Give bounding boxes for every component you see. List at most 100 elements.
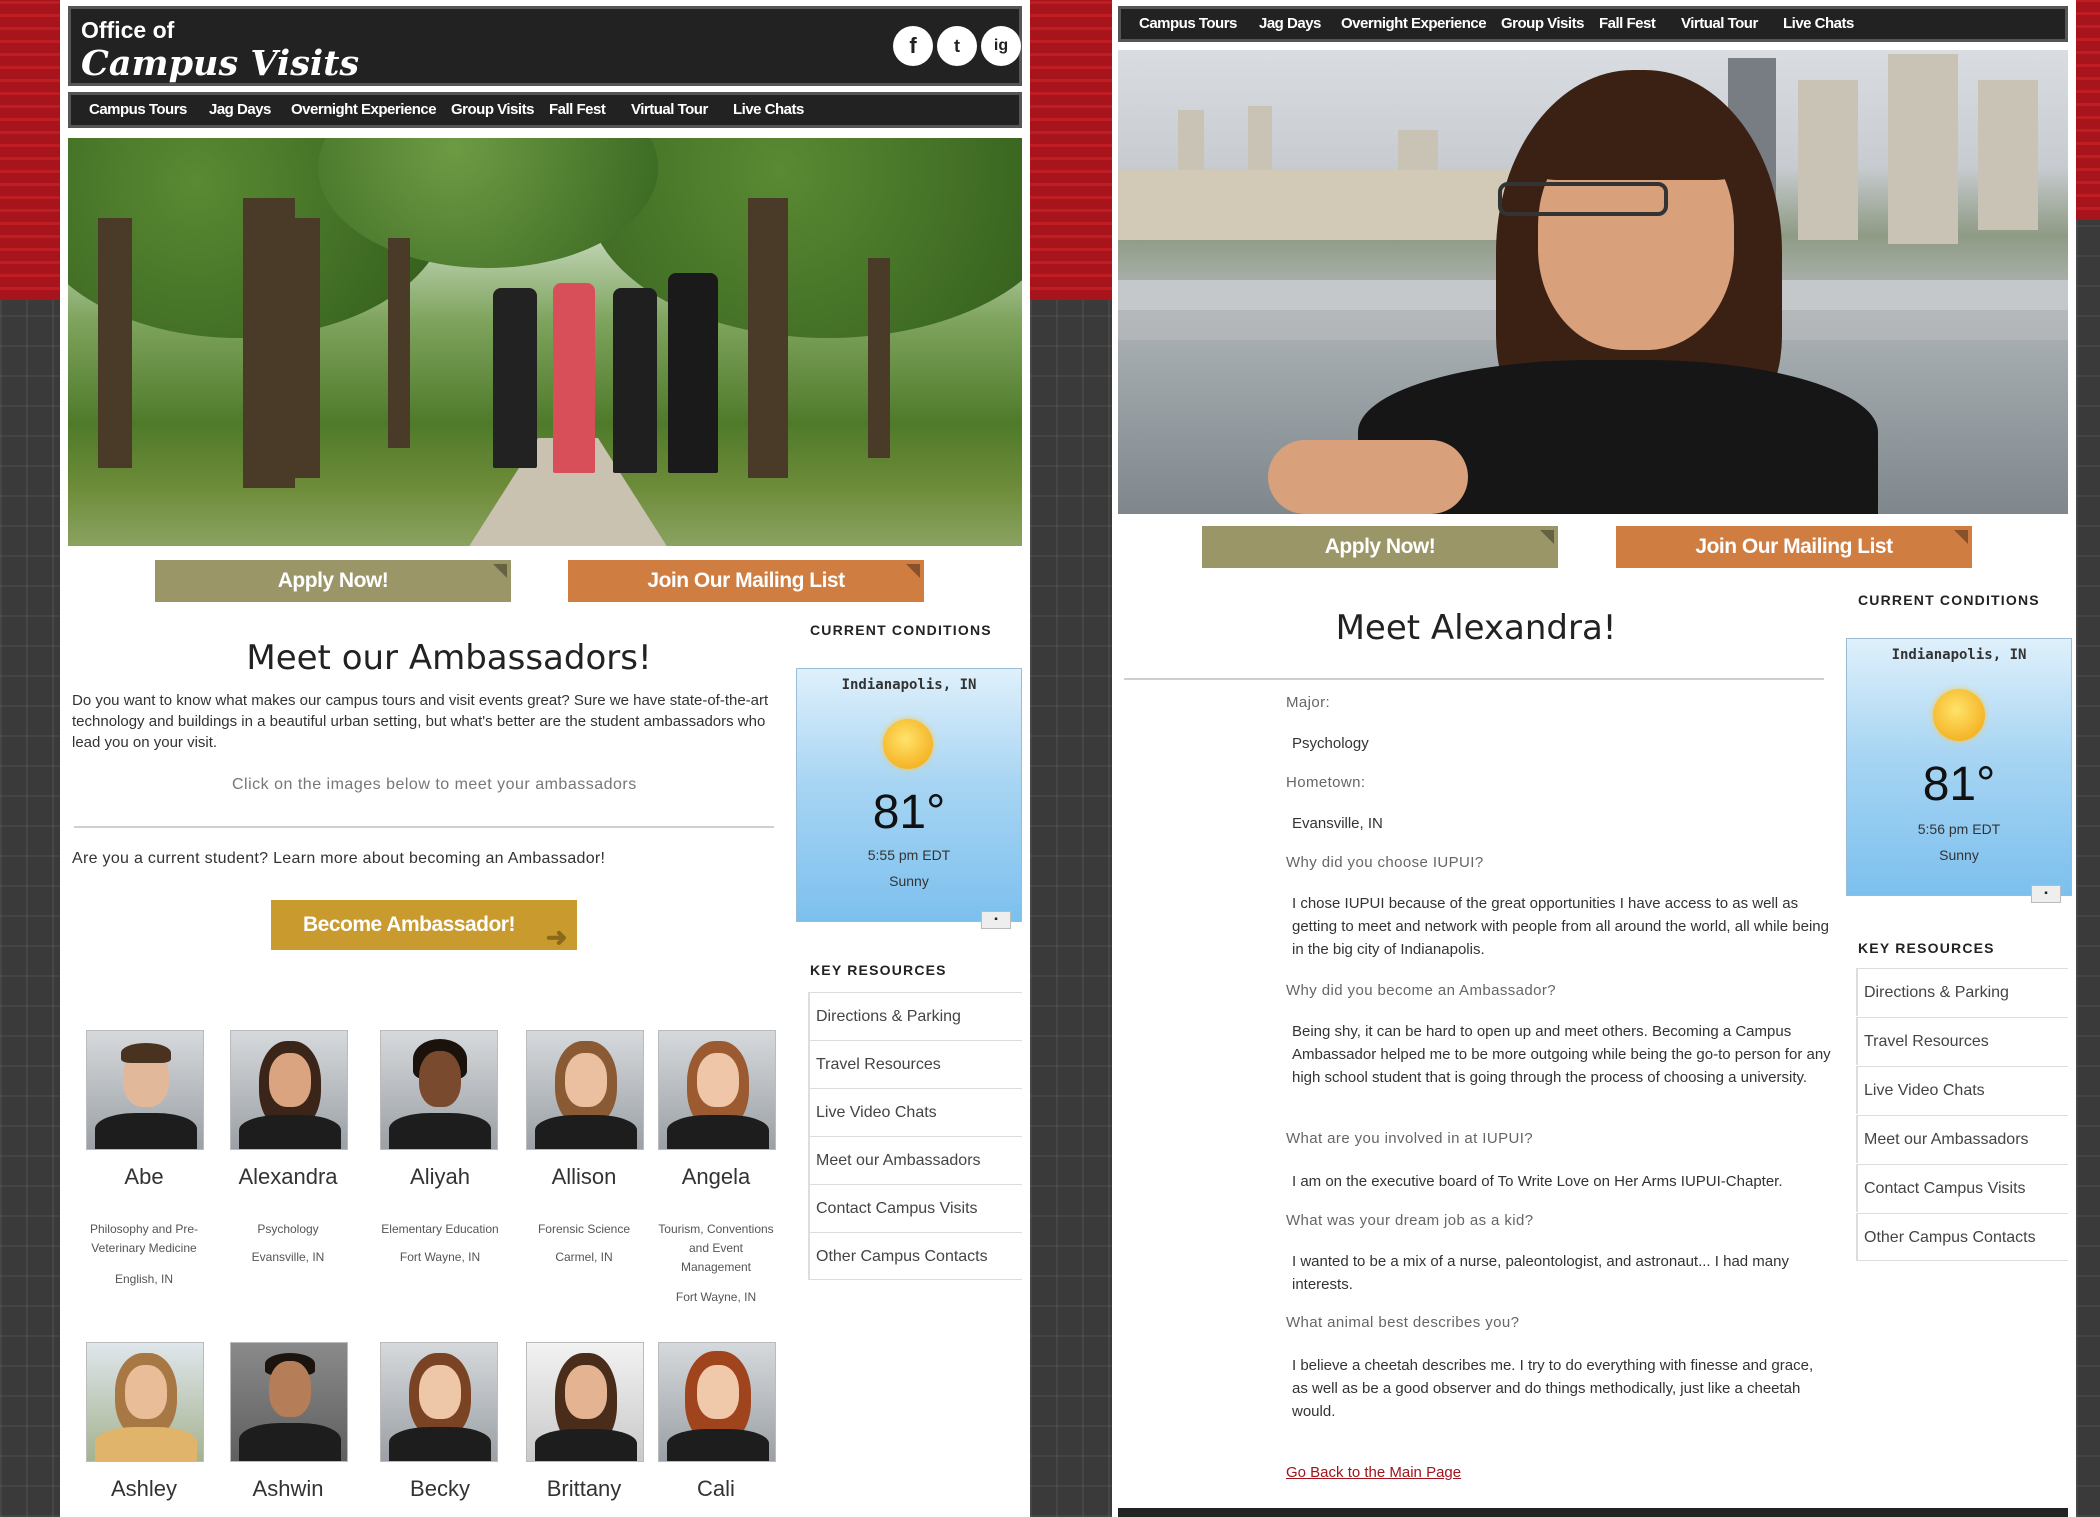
ambassador-card-abe[interactable]: Abe Philosophy and Pre-Veterinary Medici… bbox=[82, 1030, 206, 1330]
ambassador-major: Philosophy and Pre-Veterinary Medicine bbox=[89, 1222, 199, 1255]
ambassador-photo[interactable] bbox=[526, 1342, 644, 1462]
corner-flag-icon bbox=[1954, 530, 1968, 544]
answer-why-iupui: I chose IUPUI because of the great oppor… bbox=[1292, 895, 1829, 958]
nav-virtual-tour[interactable]: Virtual Tour bbox=[1681, 15, 1758, 32]
ambassador-name: Brittany bbox=[546, 1476, 622, 1501]
join-mailing-list-label: Join Our Mailing List bbox=[647, 569, 845, 592]
ambassador-photo[interactable] bbox=[526, 1030, 644, 1150]
ambassador-card-aliyah[interactable]: Aliyah Elementary Education Fort Wayne, … bbox=[378, 1030, 502, 1330]
ambassador-hometown: Fort Wayne, IN bbox=[399, 1250, 481, 1264]
nav-jag-days[interactable]: Jag Days bbox=[209, 101, 271, 118]
apply-now-label: Apply Now! bbox=[1324, 535, 1436, 558]
join-mailing-list-button[interactable]: Join Our Mailing List bbox=[568, 560, 924, 602]
facebook-icon[interactable]: f bbox=[893, 26, 933, 66]
ambassador-photo[interactable] bbox=[86, 1342, 204, 1462]
ambassador-photo[interactable] bbox=[230, 1030, 348, 1150]
weather-tab-icon[interactable]: ▪ bbox=[981, 911, 1011, 929]
weather-widget[interactable]: Indianapolis, IN 81° 5:56 pm EDT Sunny ▪ bbox=[1846, 638, 2072, 903]
nav-campus-tours[interactable]: Campus Tours bbox=[1139, 15, 1237, 32]
twitter-icon[interactable]: t bbox=[937, 26, 977, 66]
resource-contact-campus-visits[interactable]: Contact Campus Visits bbox=[1856, 1164, 2068, 1212]
resource-other-campus-contacts[interactable]: Other Campus Contacts bbox=[808, 1232, 1022, 1280]
main-nav: Campus Tours Jag Days Overnight Experien… bbox=[1118, 6, 2068, 42]
resource-live-video-chats[interactable]: Live Video Chats bbox=[1856, 1066, 2068, 1114]
nav-fall-fest[interactable]: Fall Fest bbox=[549, 101, 606, 118]
nav-fall-fest[interactable]: Fall Fest bbox=[1599, 15, 1656, 32]
answer-major: Psychology bbox=[1292, 735, 1369, 752]
become-ambassador-label: Become Ambassador! bbox=[303, 913, 515, 936]
ambassador-name: Alexandra bbox=[238, 1164, 338, 1189]
apply-now-button[interactable]: Apply Now! bbox=[1202, 526, 1558, 568]
ambassador-photo[interactable] bbox=[658, 1342, 776, 1462]
resource-meet-ambassadors[interactable]: Meet our Ambassadors bbox=[808, 1136, 1022, 1184]
logo-office-of[interactable]: Office of bbox=[81, 17, 174, 44]
question-major: Major: bbox=[1286, 694, 1331, 711]
resource-directions-parking[interactable]: Directions & Parking bbox=[808, 992, 1022, 1040]
ambassador-name: Abe bbox=[124, 1164, 164, 1189]
ambassador-photo[interactable] bbox=[230, 1342, 348, 1462]
join-mailing-list-button[interactable]: Join Our Mailing List bbox=[1616, 526, 1972, 568]
resource-other-campus-contacts[interactable]: Other Campus Contacts bbox=[1856, 1213, 2068, 1261]
nav-group-visits[interactable]: Group Visits bbox=[451, 101, 534, 118]
nav-virtual-tour[interactable]: Virtual Tour bbox=[631, 101, 708, 118]
weather-time: 5:55 pm EDT bbox=[867, 847, 951, 863]
ambassador-card-cali[interactable]: Cali bbox=[654, 1342, 778, 1517]
resource-directions-parking[interactable]: Directions & Parking bbox=[1856, 968, 2068, 1016]
resource-contact-campus-visits[interactable]: Contact Campus Visits bbox=[808, 1184, 1022, 1232]
ambassador-card-ashwin[interactable]: Ashwin bbox=[226, 1342, 350, 1517]
ambassadors-page: Office of Campus Visits f t ig Campus To… bbox=[60, 0, 1030, 1517]
ambassador-photo[interactable] bbox=[380, 1342, 498, 1462]
nav-overnight-experience[interactable]: Overnight Experience bbox=[1341, 15, 1487, 32]
ambassador-photo[interactable] bbox=[86, 1030, 204, 1150]
ambassador-photo[interactable] bbox=[380, 1030, 498, 1150]
nav-live-chats[interactable]: Live Chats bbox=[733, 101, 804, 118]
ambassador-hometown: English, IN bbox=[114, 1272, 174, 1286]
ambassador-name: Ashley bbox=[110, 1476, 178, 1501]
background-building-left bbox=[0, 300, 60, 1517]
weather-city: Indianapolis, IN bbox=[841, 677, 977, 693]
weather-widget[interactable]: Indianapolis, IN 81° 5:55 pm EDT Sunny ▪ bbox=[796, 668, 1022, 929]
ambassador-name: Cali bbox=[697, 1476, 735, 1501]
answer-animal: I believe a cheetah describes me. I try … bbox=[1292, 1357, 1814, 1420]
become-ambassador-button[interactable]: Become Ambassador! ➜ bbox=[271, 900, 577, 952]
nav-group-visits[interactable]: Group Visits bbox=[1501, 15, 1584, 32]
weather-tab-icon[interactable]: ▪ bbox=[2031, 885, 2061, 903]
back-to-main-link[interactable]: Go Back to the Main Page bbox=[1286, 1464, 1461, 1481]
ambassador-card-allison[interactable]: Allison Forensic Science Carmel, IN bbox=[522, 1030, 646, 1330]
nav-campus-tours[interactable]: Campus Tours bbox=[89, 101, 187, 118]
apply-now-label: Apply Now! bbox=[277, 569, 389, 592]
ambassador-card-angela[interactable]: Angela Tourism, Conventions and Event Ma… bbox=[654, 1030, 778, 1330]
page-title: Meet Alexandra! bbox=[1335, 608, 1617, 648]
current-conditions-title: CURRENT CONDITIONS bbox=[810, 622, 992, 638]
nav-live-chats[interactable]: Live Chats bbox=[1783, 15, 1854, 32]
weather-temp: 81° bbox=[872, 786, 946, 839]
logo-campus-visits[interactable]: Campus Visits bbox=[81, 43, 359, 84]
divider bbox=[1124, 678, 1824, 680]
instagram-icon[interactable]: ig bbox=[981, 26, 1021, 66]
resource-live-video-chats[interactable]: Live Video Chats bbox=[808, 1088, 1022, 1136]
answer-hometown: Evansville, IN bbox=[1292, 815, 1383, 832]
question-involved: What are you involved in at IUPUI? bbox=[1286, 1130, 1534, 1147]
ambassador-card-ashley[interactable]: Ashley bbox=[82, 1342, 206, 1517]
nav-overnight-experience[interactable]: Overnight Experience bbox=[291, 101, 437, 118]
hero-image-campus-walk bbox=[68, 138, 1022, 546]
ambassador-photo[interactable] bbox=[658, 1030, 776, 1150]
apply-now-button[interactable]: Apply Now! bbox=[155, 560, 511, 602]
corner-flag-icon bbox=[1540, 530, 1554, 544]
resource-meet-ambassadors[interactable]: Meet our Ambassadors bbox=[1856, 1115, 2068, 1163]
ambassador-card-becky[interactable]: Becky bbox=[378, 1342, 502, 1517]
ambassador-card-alexandra[interactable]: Alexandra Psychology Evansville, IN bbox=[226, 1030, 350, 1330]
join-mailing-list-label: Join Our Mailing List bbox=[1695, 535, 1893, 558]
ambassador-card-brittany[interactable]: Brittany bbox=[522, 1342, 646, 1517]
question-why-ambassador: Why did you become an Ambassador? bbox=[1286, 982, 1557, 999]
ambassador-name: Becky bbox=[410, 1476, 470, 1501]
resource-travel-resources[interactable]: Travel Resources bbox=[1856, 1017, 2068, 1065]
sunny-icon bbox=[1933, 689, 1985, 741]
question-dream-job: What was your dream job as a kid? bbox=[1286, 1212, 1534, 1229]
divider bbox=[74, 826, 774, 828]
resource-travel-resources[interactable]: Travel Resources bbox=[808, 1040, 1022, 1088]
ambassador-name: Aliyah bbox=[410, 1164, 470, 1189]
question-why-iupui: Why did you choose IUPUI? bbox=[1286, 854, 1484, 871]
ambassador-name: Angela bbox=[681, 1164, 751, 1189]
nav-jag-days[interactable]: Jag Days bbox=[1259, 15, 1321, 32]
